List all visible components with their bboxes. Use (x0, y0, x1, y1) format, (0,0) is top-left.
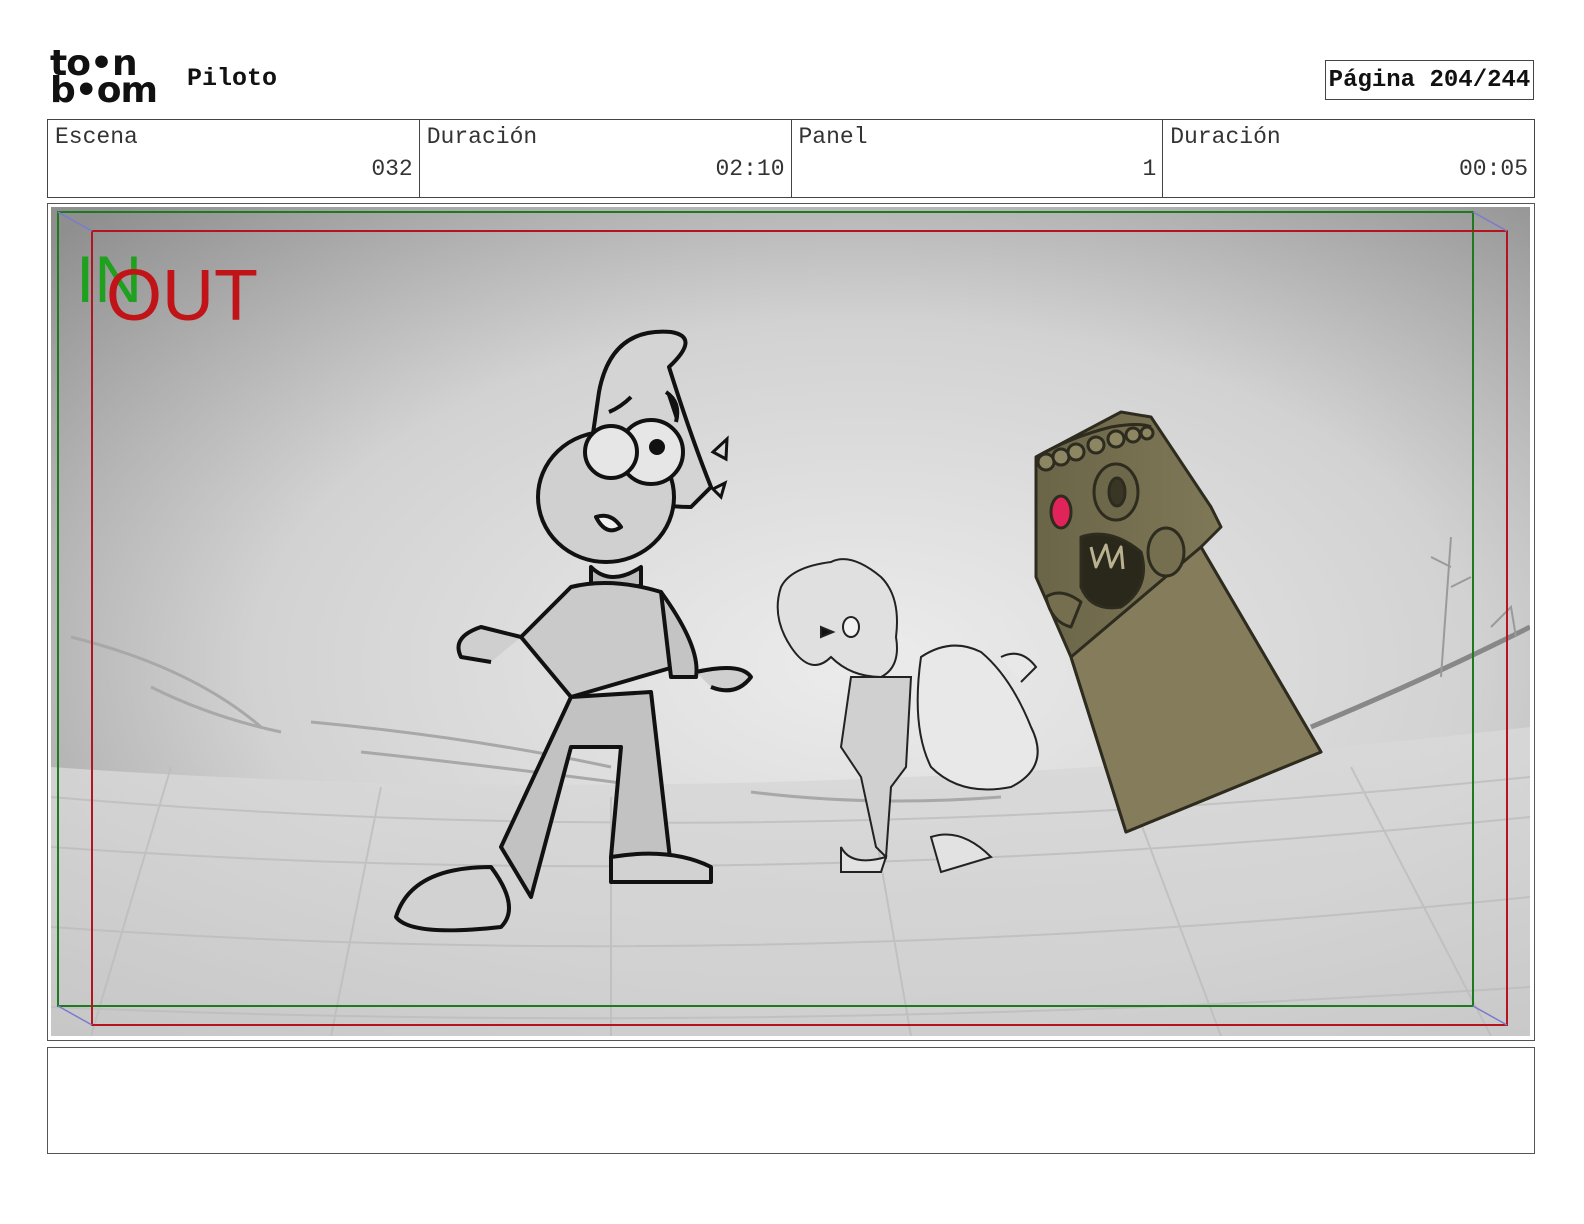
scene-duration-cell: Duración 02:10 (420, 120, 792, 197)
toonboom-logo: to•n b•om (50, 46, 166, 112)
scene-cell: Escena 032 (48, 120, 420, 197)
out-label: OUT (106, 256, 258, 336)
panel-notes (47, 1047, 1535, 1154)
logo-line-2: b•om (50, 70, 158, 111)
project-title: Piloto (187, 64, 278, 93)
panel-label: Panel (798, 124, 868, 150)
storyboard-panel: IN OUT (47, 203, 1535, 1041)
scene-value: 032 (371, 156, 413, 182)
panel-drawing: IN OUT (51, 207, 1530, 1036)
scene-duration-label: Duración (426, 124, 538, 150)
panel-value: 1 (1142, 156, 1157, 182)
panel-cell: Panel 1 (792, 120, 1164, 197)
page-number: Página 204/244 (1325, 60, 1534, 100)
glowing-eye (1049, 494, 1073, 530)
scene-label: Escena (55, 124, 138, 150)
panel-duration-value: 00:05 (1458, 156, 1528, 182)
panel-duration-cell: Duración 00:05 (1163, 120, 1534, 197)
panel-duration-label: Duración (1170, 124, 1281, 150)
scene-duration-value: 02:10 (715, 156, 785, 182)
scene-info-table: Escena 032 Duración 02:10 Panel 1 Duraci… (47, 119, 1535, 198)
